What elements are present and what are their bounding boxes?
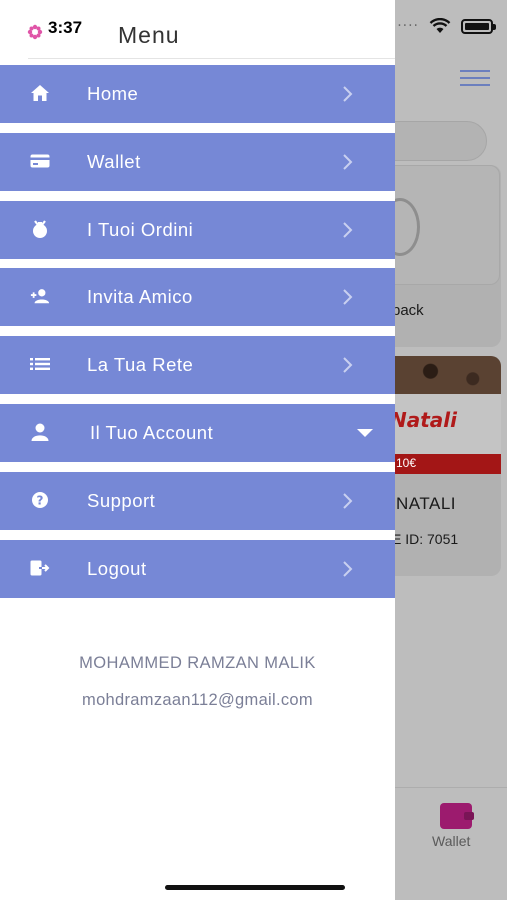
menu-list: Home Wallet I Tuoi Ordini Invita Amico L… — [0, 65, 395, 607]
natali-card-id: E ID: 7051 — [392, 531, 459, 547]
signal-icon: ···· — [397, 18, 419, 34]
chevron-right-icon — [343, 357, 353, 373]
chevron-right-icon — [343, 560, 353, 577]
menu-item-label: Home — [87, 83, 139, 104]
cashback-card-label: back — [392, 302, 424, 319]
menu-item-label: Invita Amico — [87, 286, 193, 308]
menu-item-label: Il Tuo Account — [90, 421, 214, 443]
list-icon — [30, 354, 50, 374]
wallet-tab-icon[interactable] — [440, 803, 474, 829]
menu-item-your-network[interactable]: La Tua Rete — [0, 336, 395, 395]
battery-icon — [461, 18, 496, 34]
natali-logo: Natali — [390, 408, 458, 432]
menu-item-support[interactable]: ? Support — [0, 471, 395, 530]
chevron-right-icon — [343, 86, 353, 102]
menu-item-orders[interactable]: I Tuoi Ordini — [0, 200, 395, 259]
wifi-icon — [429, 18, 451, 33]
menu-item-home[interactable]: Home — [0, 65, 395, 123]
menu-item-wallet[interactable]: Wallet — [0, 132, 395, 191]
user-name: MOHAMMED RAMZAN MALIK — [79, 654, 316, 672]
menu-item-logout[interactable]: Logout — [0, 539, 395, 598]
menu-item-your-account[interactable]: Il Tuo Account — [0, 403, 395, 462]
menu-item-invite-friend[interactable]: Invita Amico — [0, 268, 395, 327]
user-email: mohdramzaan112@gmail.com — [82, 691, 313, 709]
chevron-right-icon — [343, 154, 353, 170]
caret-down-icon[interactable] — [357, 428, 373, 437]
natali-card-title: NATALI — [396, 494, 456, 513]
chevron-right-icon — [343, 221, 353, 238]
navigation-drawer: 3:37 Menu Home Wallet I Tuoi Ordini Invi… — [0, 0, 395, 900]
status-icons: ···· — [397, 18, 496, 34]
menu-item-label: Logout — [87, 557, 147, 579]
home-icon — [30, 83, 50, 103]
menu-item-label: La Tua Rete — [87, 354, 194, 376]
card-icon — [30, 151, 50, 171]
wallet-tab-label[interactable]: Wallet — [432, 833, 470, 849]
chevron-right-icon — [343, 493, 353, 509]
menu-item-label: I Tuoi Ordini — [87, 218, 194, 240]
status-time: 3:37 — [48, 18, 83, 37]
app-logo-icon — [27, 24, 43, 40]
home-indicator[interactable] — [165, 885, 345, 890]
menu-item-label: Wallet — [87, 150, 141, 172]
svg-text:?: ? — [37, 493, 44, 507]
menu-title: Menu — [118, 22, 180, 48]
person-icon — [30, 422, 50, 442]
help-icon: ? — [30, 490, 50, 510]
hamburger-menu-icon[interactable] — [460, 70, 490, 86]
divider — [28, 58, 395, 59]
menu-item-label: Support — [87, 489, 156, 511]
add-person-icon — [30, 286, 50, 306]
natali-price-badge: 10€ — [396, 456, 417, 470]
logout-icon — [30, 558, 50, 578]
orders-icon — [30, 219, 50, 239]
chevron-right-icon — [343, 289, 353, 306]
